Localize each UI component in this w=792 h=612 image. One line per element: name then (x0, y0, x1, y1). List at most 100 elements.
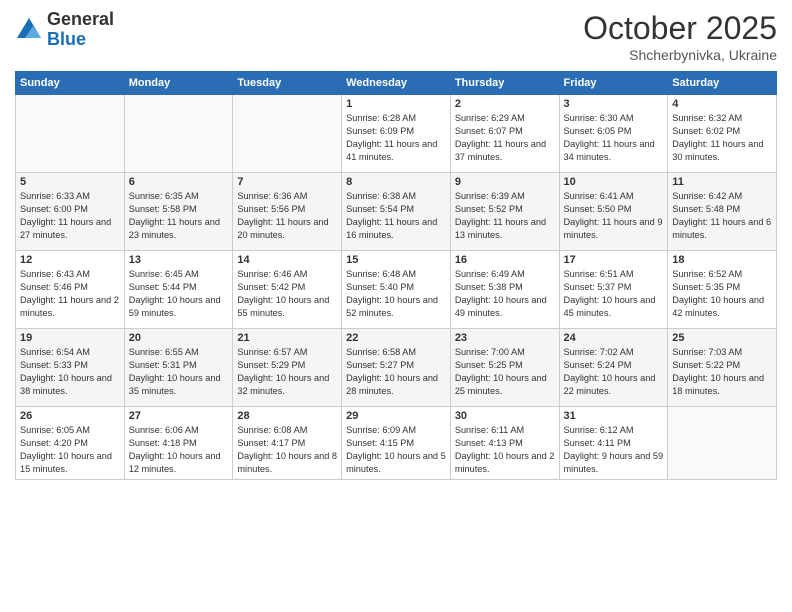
col-saturday: Saturday (668, 72, 777, 95)
day-info: Sunrise: 6:12 AM Sunset: 4:11 PM Dayligh… (564, 424, 664, 476)
col-thursday: Thursday (450, 72, 559, 95)
table-row: 25 Sunrise: 7:03 AM Sunset: 5:22 PM Dayli… (668, 329, 777, 407)
header: General Blue October 2025 Shcherbynivka,… (15, 10, 777, 63)
table-row (124, 95, 233, 173)
table-row: 28Sunrise: 6:08 AM Sunset: 4:17 PM Dayli… (233, 407, 342, 480)
col-monday: Monday (124, 72, 233, 95)
table-row: 20 Sunrise: 6:55 AM Sunset: 5:31 PM Dayli… (124, 329, 233, 407)
table-row: 7 Sunrise: 6:36 AM Sunset: 5:56 PM Daylig… (233, 173, 342, 251)
col-tuesday: Tuesday (233, 72, 342, 95)
table-row: 16Sunrise: 6:49 AM Sunset: 5:38 PM Dayli… (450, 251, 559, 329)
day-info: Sunrise: 6:43 AM Sunset: 5:46 PM Dayligh… (20, 268, 120, 320)
logo-text: General Blue (47, 10, 114, 50)
logo-general: General (47, 9, 114, 29)
day-number: 30 (455, 410, 555, 422)
col-sunday: Sunday (16, 72, 125, 95)
day-info: Sunrise: 6:52 AM Sunset: 5:35 PM Dayligh… (672, 268, 772, 320)
logo-icon (15, 16, 43, 44)
day-info: Sunrise: 6:33 AM Sunset: 6:00 PM Dayligh… (20, 190, 120, 242)
day-info: Sunrise: 6:11 AM Sunset: 4:13 PM Dayligh… (455, 424, 555, 476)
day-info: Sunrise: 6:55 AM Sunset: 5:31 PM Dayligh… (129, 346, 229, 398)
day-number: 31 (564, 410, 664, 422)
table-row: 22Sunrise: 6:58 AM Sunset: 5:27 PM Dayli… (342, 329, 451, 407)
table-row: 15 Sunrise: 6:48 AM Sunset: 5:40 PM Dayli… (342, 251, 451, 329)
day-info: Sunrise: 6:29 AM Sunset: 6:07 PM Dayligh… (455, 112, 555, 164)
day-number: 1 (346, 98, 446, 110)
day-number: 20 (129, 332, 229, 344)
day-info: Sunrise: 6:32 AM Sunset: 6:02 PM Dayligh… (672, 112, 772, 164)
table-row: 11Sunrise: 6:42 AM Sunset: 5:48 PM Dayli… (668, 173, 777, 251)
table-row (233, 95, 342, 173)
day-info: Sunrise: 6:57 AM Sunset: 5:29 PM Dayligh… (237, 346, 337, 398)
day-info: Sunrise: 6:41 AM Sunset: 5:50 PM Dayligh… (564, 190, 664, 242)
table-row (16, 95, 125, 173)
day-number: 3 (564, 98, 664, 110)
day-info: Sunrise: 6:51 AM Sunset: 5:37 PM Dayligh… (564, 268, 664, 320)
day-info: Sunrise: 7:03 AM Sunset: 5:22 PM Dayligh… (672, 346, 772, 398)
day-info: Sunrise: 6:45 AM Sunset: 5:44 PM Dayligh… (129, 268, 229, 320)
day-number: 29 (346, 410, 446, 422)
table-row: 24 Sunrise: 7:02 AM Sunset: 5:24 PM Dayli… (559, 329, 668, 407)
day-number: 17 (564, 254, 664, 266)
table-row: 31 Sunrise: 6:12 AM Sunset: 4:11 PM Dayli… (559, 407, 668, 480)
day-info: Sunrise: 6:49 AM Sunset: 5:38 PM Dayligh… (455, 268, 555, 320)
table-row: 27 Sunrise: 6:06 AM Sunset: 4:18 PM Dayli… (124, 407, 233, 480)
table-row: 26Sunrise: 6:05 AM Sunset: 4:20 PM Dayli… (16, 407, 125, 480)
table-row: 19 Sunrise: 6:54 AM Sunset: 5:33 PM Dayli… (16, 329, 125, 407)
table-row: 18 Sunrise: 6:52 AM Sunset: 5:35 PM Dayli… (668, 251, 777, 329)
table-row: 13 Sunrise: 6:45 AM Sunset: 5:44 PM Dayli… (124, 251, 233, 329)
table-row: 2 Sunrise: 6:29 AM Sunset: 6:07 PM Daylig… (450, 95, 559, 173)
day-number: 2 (455, 98, 555, 110)
day-info: Sunrise: 6:06 AM Sunset: 4:18 PM Dayligh… (129, 424, 229, 476)
day-number: 12 (20, 254, 120, 266)
table-row: 9Sunrise: 6:39 AM Sunset: 5:52 PM Daylig… (450, 173, 559, 251)
page: General Blue October 2025 Shcherbynivka,… (0, 0, 792, 612)
day-number: 22 (346, 332, 446, 344)
col-wednesday: Wednesday (342, 72, 451, 95)
table-row: 12 Sunrise: 6:43 AM Sunset: 5:46 PM Dayli… (16, 251, 125, 329)
day-info: Sunrise: 7:00 AM Sunset: 5:25 PM Dayligh… (455, 346, 555, 398)
day-info: Sunrise: 6:05 AM Sunset: 4:20 PM Dayligh… (20, 424, 120, 476)
day-number: 19 (20, 332, 120, 344)
table-row: 3 Sunrise: 6:30 AM Sunset: 6:05 PM Daylig… (559, 95, 668, 173)
day-number: 25 (672, 332, 772, 344)
table-row: 5 Sunrise: 6:33 AM Sunset: 6:00 PM Daylig… (16, 173, 125, 251)
table-row: 10Sunrise: 6:41 AM Sunset: 5:50 PM Dayli… (559, 173, 668, 251)
table-row: 8 Sunrise: 6:38 AM Sunset: 5:54 PM Daylig… (342, 173, 451, 251)
day-number: 4 (672, 98, 772, 110)
day-info: Sunrise: 6:36 AM Sunset: 5:56 PM Dayligh… (237, 190, 337, 242)
month-title: October 2025 (583, 10, 777, 47)
title-block: October 2025 Shcherbynivka, Ukraine (583, 10, 777, 63)
day-info: Sunrise: 7:02 AM Sunset: 5:24 PM Dayligh… (564, 346, 664, 398)
logo: General Blue (15, 10, 114, 50)
day-number: 7 (237, 176, 337, 188)
table-row: 21 Sunrise: 6:57 AM Sunset: 5:29 PM Dayli… (233, 329, 342, 407)
day-info: Sunrise: 6:48 AM Sunset: 5:40 PM Dayligh… (346, 268, 446, 320)
day-number: 18 (672, 254, 772, 266)
day-number: 24 (564, 332, 664, 344)
day-number: 8 (346, 176, 446, 188)
day-info: Sunrise: 6:08 AM Sunset: 4:17 PM Dayligh… (237, 424, 337, 476)
col-friday: Friday (559, 72, 668, 95)
day-number: 6 (129, 176, 229, 188)
day-info: Sunrise: 6:46 AM Sunset: 5:42 PM Dayligh… (237, 268, 337, 320)
day-number: 15 (346, 254, 446, 266)
table-row: 30 Sunrise: 6:11 AM Sunset: 4:13 PM Dayli… (450, 407, 559, 480)
day-number: 21 (237, 332, 337, 344)
location-subtitle: Shcherbynivka, Ukraine (583, 47, 777, 63)
day-number: 14 (237, 254, 337, 266)
day-number: 9 (455, 176, 555, 188)
day-info: Sunrise: 6:28 AM Sunset: 6:09 PM Dayligh… (346, 112, 446, 164)
day-number: 27 (129, 410, 229, 422)
calendar-header-row: Sunday Monday Tuesday Wednesday Thursday… (16, 72, 777, 95)
table-row: 1 Sunrise: 6:28 AM Sunset: 6:09 PM Daylig… (342, 95, 451, 173)
day-info: Sunrise: 6:30 AM Sunset: 6:05 PM Dayligh… (564, 112, 664, 164)
day-number: 11 (672, 176, 772, 188)
table-row (668, 407, 777, 480)
day-info: Sunrise: 6:54 AM Sunset: 5:33 PM Dayligh… (20, 346, 120, 398)
day-number: 13 (129, 254, 229, 266)
day-number: 5 (20, 176, 120, 188)
day-number: 23 (455, 332, 555, 344)
day-info: Sunrise: 6:38 AM Sunset: 5:54 PM Dayligh… (346, 190, 446, 242)
table-row: 4 Sunrise: 6:32 AM Sunset: 6:02 PM Daylig… (668, 95, 777, 173)
